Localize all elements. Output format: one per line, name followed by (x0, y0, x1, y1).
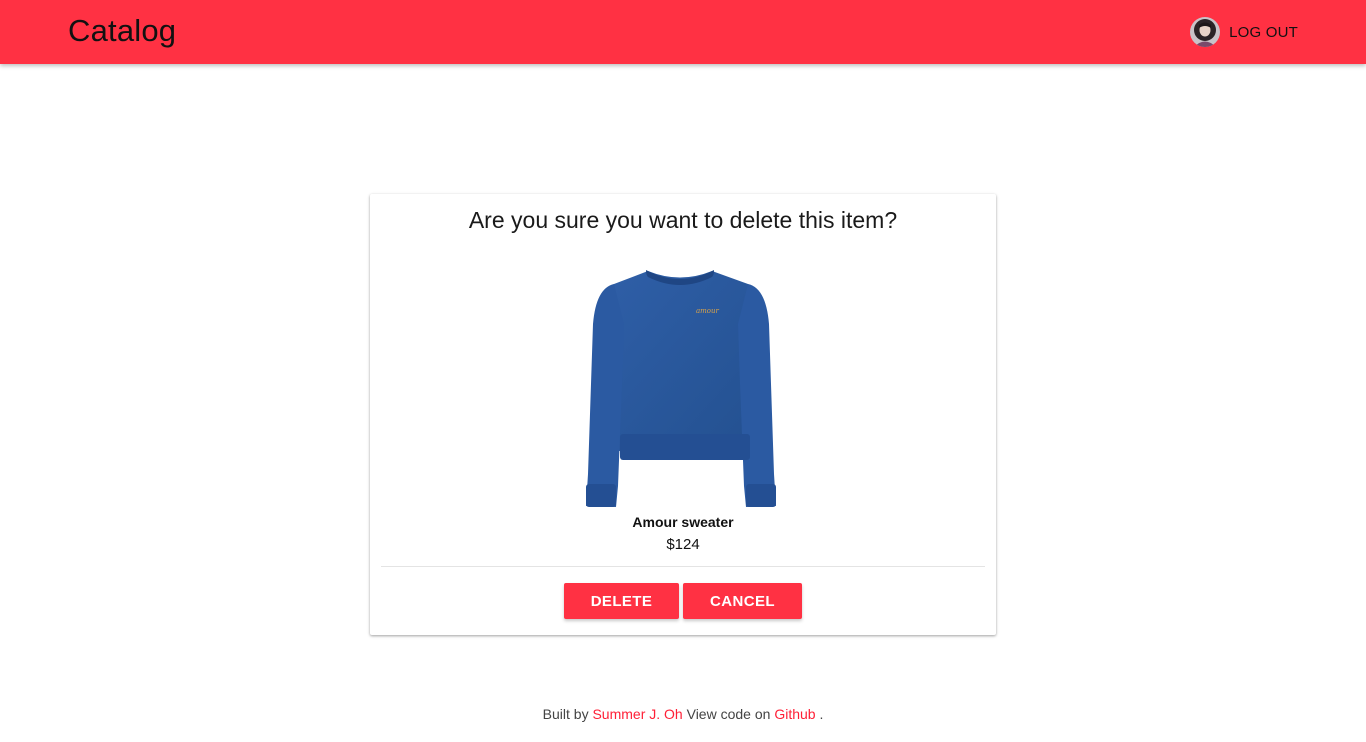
user-menu[interactable]: LOG OUT (1190, 16, 1298, 48)
blue-sweater-image-icon: amour (586, 267, 776, 507)
app-title-link[interactable]: Catalog (68, 12, 176, 50)
footer-built-by: Built by (542, 706, 589, 722)
product-price: $124 (666, 536, 700, 553)
dialog-actions: DELETE CANCEL (370, 583, 996, 619)
github-link[interactable]: Github (774, 706, 815, 722)
cancel-button[interactable]: CANCEL (683, 583, 802, 619)
logout-button[interactable]: LOG OUT (1229, 24, 1298, 41)
sweater-embroidery: amour (696, 307, 720, 315)
card-divider (381, 566, 985, 567)
confirm-question: Are you sure you want to delete this ite… (468, 207, 898, 233)
footer-end: . (819, 706, 824, 722)
page-footer: Built by Summer J. Oh View code on Githu… (0, 706, 1366, 722)
product-name: Amour sweater (632, 514, 734, 530)
user-avatar-icon[interactable] (1190, 17, 1221, 47)
delete-button[interactable]: DELETE (564, 583, 679, 619)
app-bar: Catalog LOG OUT (0, 0, 1366, 64)
delete-confirm-card: Are you sure you want to delete this ite… (370, 194, 996, 635)
footer-view-code: View code on (686, 706, 771, 722)
author-link[interactable]: Summer J. Oh (592, 706, 682, 722)
